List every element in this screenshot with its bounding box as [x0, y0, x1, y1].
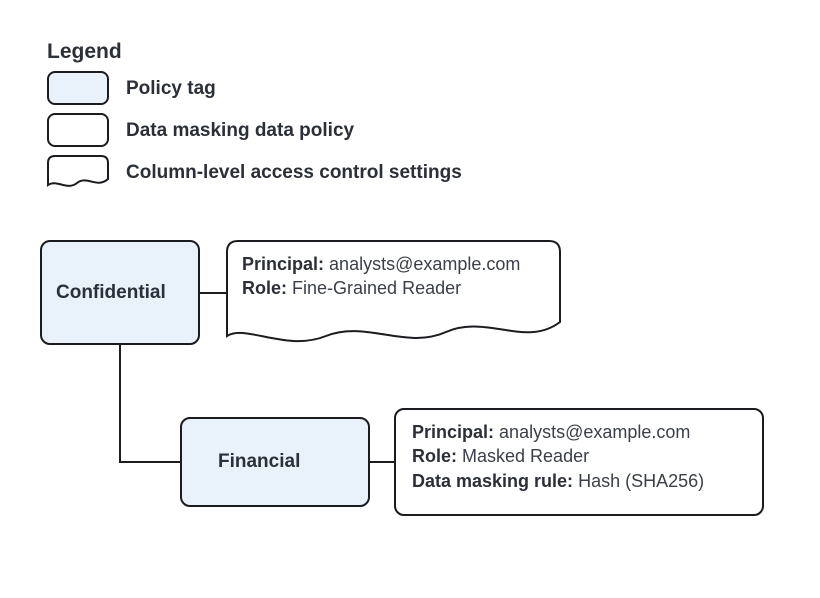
kv-label-role: Role:: [242, 278, 287, 298]
policy-tag-confidential: Confidential: [40, 240, 200, 345]
kv-value-rule: Hash (SHA256): [578, 471, 704, 491]
kv-label-principal: Principal:: [412, 422, 494, 442]
kv-value-principal: analysts@example.com: [329, 254, 520, 274]
wavy-box-icon: [47, 155, 109, 191]
kv-value-principal: analysts@example.com: [499, 422, 690, 442]
acl-principal-row: Principal: analysts@example.com: [242, 252, 545, 276]
legend-swatch-data-policy: [47, 113, 109, 147]
data-policy-box-financial: Principal: analysts@example.com Role: Ma…: [394, 408, 764, 516]
legend-label-data-policy: Data masking data policy: [126, 120, 354, 142]
diagram-canvas: Legend Policy tag Data masking data poli…: [0, 0, 820, 598]
kv-label-rule: Data masking rule:: [412, 471, 573, 491]
policy-role-row: Role: Masked Reader: [412, 444, 750, 468]
kv-value-role: Fine-Grained Reader: [292, 278, 461, 298]
connector-confidential-financial-v: [119, 345, 121, 463]
legend-label-policy-tag: Policy tag: [126, 78, 216, 100]
policy-tag-label: Financial: [196, 451, 300, 473]
policy-tag-financial: Financial: [180, 417, 370, 507]
legend-label-acl: Column-level access control settings: [126, 162, 462, 184]
kv-value-role: Masked Reader: [462, 446, 589, 466]
policy-tag-label: Confidential: [56, 282, 166, 304]
connector-confidential-financial-h: [119, 461, 180, 463]
legend-swatch-policy-tag: [47, 71, 109, 105]
legend-title: Legend: [47, 40, 122, 64]
acl-box-confidential: Principal: analysts@example.com Role: Fi…: [226, 240, 561, 350]
policy-principal-row: Principal: analysts@example.com: [412, 420, 750, 444]
kv-label-principal: Principal:: [242, 254, 324, 274]
kv-label-role: Role:: [412, 446, 457, 466]
connector-financial-policy: [370, 461, 394, 463]
policy-rule-row: Data masking rule: Hash (SHA256): [412, 469, 750, 493]
legend-swatch-acl: [47, 155, 109, 191]
acl-role-row: Role: Fine-Grained Reader: [242, 276, 545, 300]
connector-confidential-acl: [200, 292, 226, 294]
